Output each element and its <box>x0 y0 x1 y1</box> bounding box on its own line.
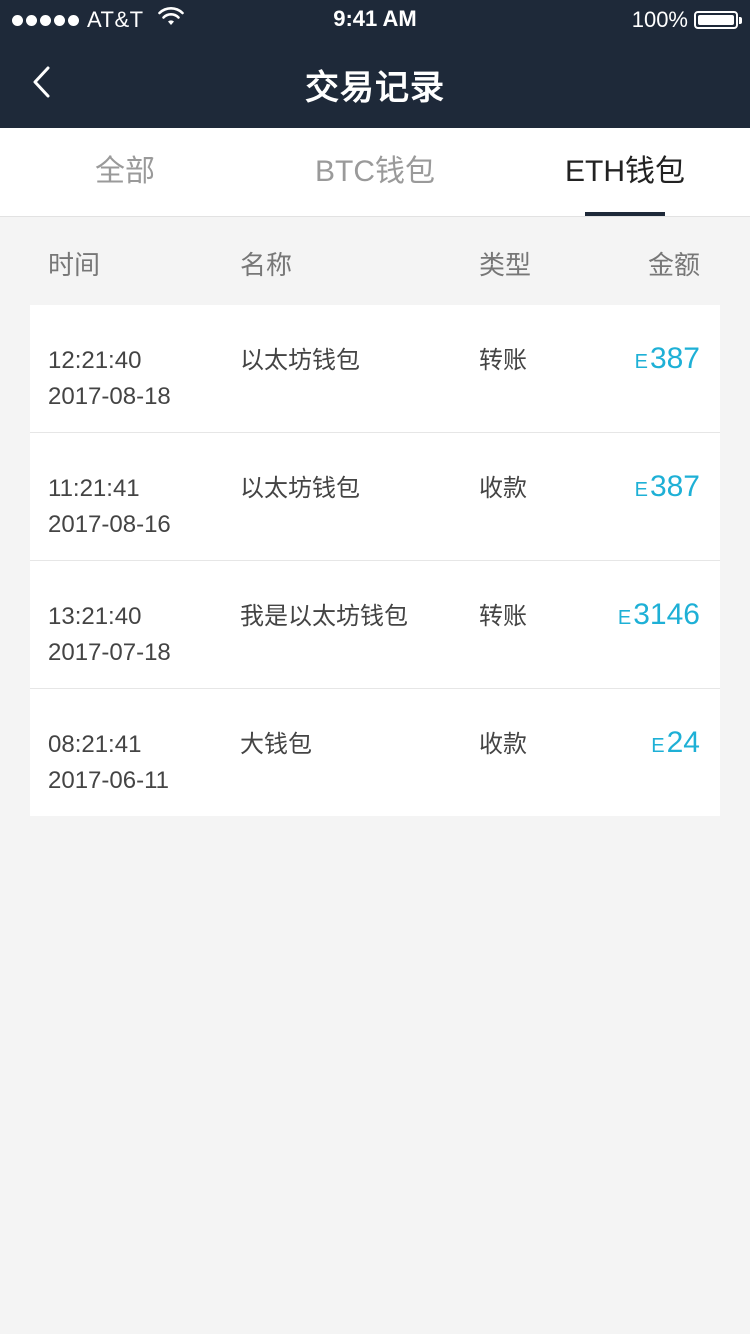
nav-bar: 交易记录 <box>0 40 750 128</box>
tab-btc-wallet[interactable]: BTC钱包 <box>250 128 500 216</box>
transaction-time: 12:21:40 <box>48 347 142 374</box>
transaction-time: 13:21:40 <box>48 603 142 630</box>
transaction-row[interactable]: 08:21:41 2017-06-11 大钱包 收款 E24 <box>30 689 720 816</box>
transaction-name: 以太坊钱包 <box>240 475 360 502</box>
column-header-amount: 金额 <box>647 250 700 280</box>
currency-symbol: E <box>634 351 648 373</box>
amount-value: 3146 <box>633 598 700 631</box>
page-title: 交易记录 <box>305 69 445 107</box>
currency-symbol: E <box>617 607 632 629</box>
battery-info: 100% <box>631 7 742 33</box>
wallet-tabs: 全部 BTC钱包 ETH钱包 <box>0 128 750 217</box>
transaction-type: 收款 <box>479 731 527 758</box>
transaction-time: 08:21:41 <box>48 731 142 758</box>
tab-eth-wallet[interactable]: ETH钱包 <box>500 128 750 216</box>
transaction-type: 收款 <box>479 475 527 502</box>
transaction-row[interactable]: 11:21:41 2017-08-16 以太坊钱包 收款 E387 <box>30 433 720 561</box>
transaction-amount: E24 <box>651 725 700 764</box>
transaction-datetime: 11:21:41 2017-08-16 <box>48 471 171 543</box>
amount-value: 387 <box>649 470 700 503</box>
transaction-type: 转账 <box>479 603 527 630</box>
transaction-amount: E387 <box>635 469 700 508</box>
transaction-time: 11:21:41 <box>48 475 140 502</box>
transaction-date: 2017-08-18 <box>48 383 171 410</box>
transaction-date: 2017-07-18 <box>48 639 171 666</box>
transaction-datetime: 12:21:40 2017-08-18 <box>48 343 171 415</box>
tab-all[interactable]: 全部 <box>0 128 250 216</box>
transaction-row[interactable]: 13:21:40 2017-07-18 我是以太坊钱包 转账 E3146 <box>30 561 720 689</box>
transaction-name: 我是以太坊钱包 <box>240 603 408 630</box>
transaction-date: 2017-08-16 <box>48 511 171 538</box>
currency-symbol: E <box>651 735 665 757</box>
top-bar: AT&T 9:41 AM 100% 交易记录 <box>0 0 750 128</box>
amount-value: 24 <box>666 726 700 759</box>
currency-symbol: E <box>634 479 648 501</box>
column-header-type: 类型 <box>479 250 532 280</box>
transaction-name: 大钱包 <box>240 731 312 758</box>
battery-icon <box>694 11 742 29</box>
transaction-datetime: 08:21:41 2017-06-11 <box>48 727 169 799</box>
transaction-date: 2017-06-11 <box>48 767 169 794</box>
transaction-row[interactable]: 12:21:40 2017-08-18 以太坊钱包 转账 E387 <box>30 305 720 433</box>
transaction-amount: E387 <box>635 341 700 380</box>
transaction-name: 以太坊钱包 <box>240 347 360 374</box>
amount-value: 387 <box>649 342 700 375</box>
transaction-list: 12:21:40 2017-08-18 以太坊钱包 转账 E387 11:21:… <box>30 305 720 816</box>
transaction-datetime: 13:21:40 2017-07-18 <box>48 599 171 671</box>
column-headers: 时间 名称 类型 金额 <box>0 217 750 305</box>
column-header-time: 时间 <box>48 250 101 280</box>
status-bar: AT&T 9:41 AM 100% <box>0 0 750 40</box>
column-header-name: 名称 <box>240 250 293 280</box>
transaction-type: 转账 <box>479 347 527 374</box>
battery-percent: 100% <box>631 7 688 32</box>
transaction-amount: E3146 <box>618 597 700 636</box>
